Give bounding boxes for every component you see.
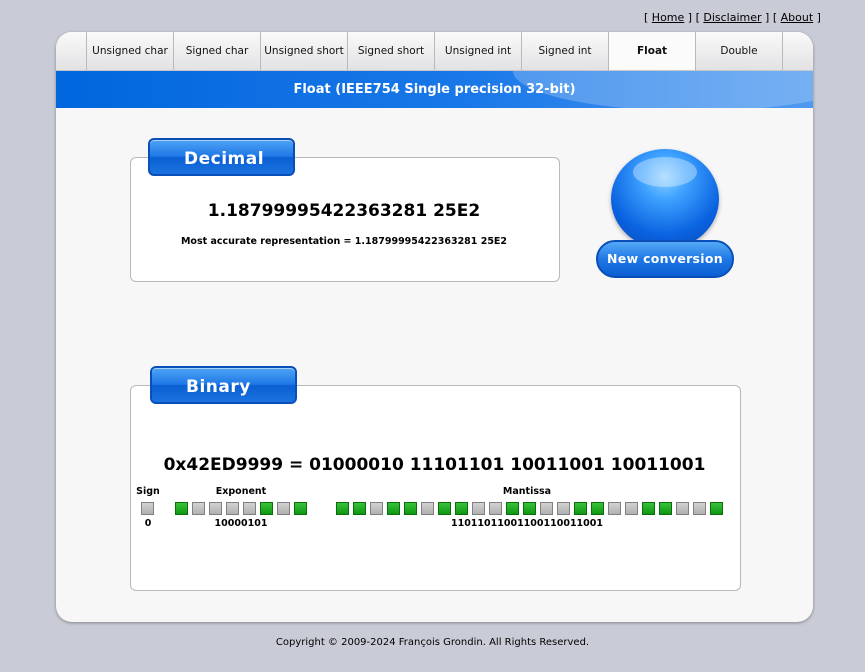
mantissa-bit-0[interactable] xyxy=(336,502,349,515)
mantissa-bit-1[interactable] xyxy=(353,502,366,515)
exponent-bit-0[interactable] xyxy=(175,502,188,515)
mantissa-bit-14[interactable] xyxy=(574,502,587,515)
tab-edge-left xyxy=(56,32,86,70)
mantissa-bit-7[interactable] xyxy=(455,502,468,515)
tab-double[interactable]: Double xyxy=(695,32,782,70)
tab-signed-short[interactable]: Signed short xyxy=(347,32,434,70)
accurate-representation: Most accurate representation = 1.1879999… xyxy=(180,236,508,247)
exponent-bit-4[interactable] xyxy=(243,502,256,515)
banner-title: Float (IEEE754 Single precision 32-bit) xyxy=(293,82,576,97)
about-link[interactable]: About xyxy=(781,11,814,24)
exponent-bit-6[interactable] xyxy=(277,502,290,515)
mantissa-bit-13[interactable] xyxy=(557,502,570,515)
exponent-bit-5[interactable] xyxy=(260,502,273,515)
mantissa-bit-20[interactable] xyxy=(676,502,689,515)
sign-label: Sign xyxy=(136,486,160,497)
binary-label: Binary xyxy=(150,366,297,404)
exponent-bit-7[interactable] xyxy=(294,502,307,515)
mantissa-bit-11[interactable] xyxy=(523,502,536,515)
mantissa-bits: 11011011001100110011001 xyxy=(450,518,604,529)
exponent-bits: 10000101 xyxy=(214,518,268,529)
sign-bits: 0 xyxy=(144,518,152,529)
mantissa-bit-18[interactable] xyxy=(642,502,655,515)
type-tabs: Unsigned char Signed char Unsigned short… xyxy=(56,32,813,71)
tab-unsigned-int[interactable]: Unsigned int xyxy=(434,32,521,70)
mantissa-bit-3[interactable] xyxy=(387,502,400,515)
copyright-footer: Copyright © 2009-2024 François Grondin. … xyxy=(275,637,590,648)
new-conversion-button[interactable]: New conversion xyxy=(596,240,734,278)
disclaimer-link[interactable]: Disclaimer xyxy=(703,11,761,24)
mantissa-bit-8[interactable] xyxy=(472,502,485,515)
mantissa-bit-21[interactable] xyxy=(693,502,706,515)
mantissa-bit-6[interactable] xyxy=(438,502,451,515)
sign-bit-0[interactable] xyxy=(141,502,154,515)
mantissa-bit-2[interactable] xyxy=(370,502,383,515)
mantissa-bit-9[interactable] xyxy=(489,502,502,515)
top-links: [ Home ] [ Disclaimer ] [ About ] xyxy=(644,11,821,24)
tab-signed-int[interactable]: Signed int xyxy=(521,32,608,70)
mantissa-bit-16[interactable] xyxy=(608,502,621,515)
exponent-bit-2[interactable] xyxy=(209,502,222,515)
tab-unsigned-char[interactable]: Unsigned char xyxy=(86,32,173,70)
decimal-value[interactable]: 1.18799995422363281 25E2 xyxy=(130,201,558,221)
home-link[interactable]: Home xyxy=(652,11,684,24)
decimal-label: Decimal xyxy=(148,138,295,176)
title-banner: Float (IEEE754 Single precision 32-bit) xyxy=(56,71,813,108)
hex-expression: 0x42ED9999 = 01000010 11101101 10011001 … xyxy=(163,455,706,475)
mantissa-label: Mantissa xyxy=(502,486,552,497)
mantissa-bit-17[interactable] xyxy=(625,502,638,515)
new-conversion-orb-icon[interactable] xyxy=(611,149,719,249)
mantissa-bit-4[interactable] xyxy=(404,502,417,515)
exponent-bit-3[interactable] xyxy=(226,502,239,515)
mantissa-bit-5[interactable] xyxy=(421,502,434,515)
exponent-label: Exponent xyxy=(215,486,267,497)
mantissa-bit-10[interactable] xyxy=(506,502,519,515)
mantissa-bit-19[interactable] xyxy=(659,502,672,515)
tab-edge-right xyxy=(782,32,813,70)
exponent-bit-1[interactable] xyxy=(192,502,205,515)
tab-signed-char[interactable]: Signed char xyxy=(173,32,260,70)
mantissa-bit-15[interactable] xyxy=(591,502,604,515)
mantissa-bit-12[interactable] xyxy=(540,502,553,515)
mantissa-bit-22[interactable] xyxy=(710,502,723,515)
tab-float[interactable]: Float xyxy=(608,32,695,70)
tab-unsigned-short[interactable]: Unsigned short xyxy=(260,32,347,70)
